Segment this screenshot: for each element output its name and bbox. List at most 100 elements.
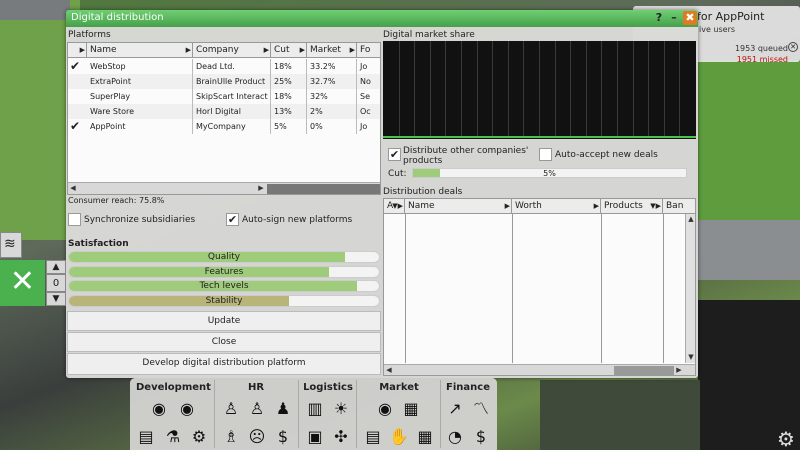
box-icon[interactable]: ▣ xyxy=(304,426,326,448)
cell-cut: 13% xyxy=(271,104,307,119)
dismiss-icon[interactable]: ✕ xyxy=(788,42,798,52)
grass-area xyxy=(698,60,800,220)
server-icon[interactable]: ▥ xyxy=(304,398,326,420)
deals-hscroll[interactable]: ◀ ▶ xyxy=(384,364,695,375)
develop-platform-button[interactable]: Develop digital distribution platform xyxy=(67,353,381,375)
tools-button[interactable]: ✕ xyxy=(0,260,45,306)
gear-icon[interactable]: ⚙ xyxy=(188,426,210,448)
deal-col-line xyxy=(512,214,513,363)
building-icon[interactable]: ▦ xyxy=(400,398,422,420)
table-row[interactable]: SuperPlay SkipScart Interact 18% 32% Se xyxy=(68,89,380,104)
minimize-button[interactable]: – xyxy=(667,11,681,25)
scroll-thumb[interactable] xyxy=(267,184,380,194)
checkmark-icon[interactable]: ✔ xyxy=(70,120,84,133)
table-row[interactable]: ✔ WebStop Dead Ltd. 18% 33.2% Jo xyxy=(68,59,380,74)
sync-subsidiaries-checkbox[interactable] xyxy=(68,213,81,226)
cell-company: MyCompany xyxy=(193,119,271,134)
cell-market: 33.2% xyxy=(307,59,357,74)
layers-button[interactable]: ≋ xyxy=(0,232,22,258)
add-person-icon[interactable]: ♙ xyxy=(246,398,268,420)
distribution-icon[interactable]: ✣ xyxy=(330,426,352,448)
col-deal-name[interactable]: Name ▶ xyxy=(405,199,512,214)
chart-gridline xyxy=(429,41,431,136)
deals-header: A ▼▶ Name ▶ Worth ▶ Products ▼▶ Ban xyxy=(384,199,695,214)
window-titlebar[interactable]: Digital distribution ? – ✖ xyxy=(66,10,698,27)
speed-down-button[interactable]: ▼ xyxy=(46,292,66,306)
settings-gear-icon[interactable]: ⚙ xyxy=(774,428,798,450)
col-cut[interactable]: Cut ▶ xyxy=(271,43,307,58)
salary-icon[interactable]: $ xyxy=(272,426,294,448)
col-deal-ban[interactable]: Ban xyxy=(663,199,695,214)
col-name[interactable]: Name ▶ xyxy=(87,43,193,58)
dollar-icon[interactable]: $ xyxy=(470,426,492,448)
speed-counter: 0 xyxy=(46,274,66,292)
scroll-up-icon[interactable]: ▲ xyxy=(686,214,695,225)
handshake-icon[interactable]: ✋ xyxy=(388,426,410,448)
newspaper-icon[interactable]: ▤ xyxy=(362,426,384,448)
auto-sign-checkbox[interactable]: ✔ xyxy=(226,213,239,226)
deals-vscroll[interactable]: ▲ ▼ xyxy=(685,214,695,363)
line-chart-icon[interactable]: 〽 xyxy=(470,398,492,420)
grass-area xyxy=(540,380,700,450)
pie-chart-icon[interactable]: ◔ xyxy=(444,426,466,448)
scroll-thumb[interactable] xyxy=(614,366,674,375)
category-market[interactable]: Market xyxy=(358,380,440,396)
close-button[interactable]: Close xyxy=(67,332,381,352)
col-deal-worth[interactable]: Worth ▶ xyxy=(512,199,601,214)
col-deal-products[interactable]: Products ▼▶ xyxy=(601,199,663,214)
col-check[interactable]: ▶ xyxy=(68,43,87,58)
speed-up-button[interactable]: ▲ xyxy=(46,260,66,274)
satisfaction-bar-label: Features xyxy=(204,266,244,277)
software-disc-icon[interactable]: ◉ xyxy=(148,398,170,420)
checkmark-icon[interactable] xyxy=(70,90,84,103)
col-deal-a[interactable]: A ▼▶ xyxy=(384,199,405,214)
category-development[interactable]: Development xyxy=(136,380,211,396)
scroll-right-icon[interactable]: ▶ xyxy=(256,183,266,194)
col-fo[interactable]: Fo xyxy=(357,43,380,58)
road xyxy=(0,0,70,20)
category-finance[interactable]: Finance xyxy=(442,380,494,396)
category-hr[interactable]: HR xyxy=(218,380,294,396)
mood-icon[interactable]: ☹ xyxy=(246,426,268,448)
chart-gridline xyxy=(554,41,556,136)
cell-fo: Oc xyxy=(357,104,380,119)
close-window-button[interactable]: ✖ xyxy=(683,11,697,25)
col-company[interactable]: Company ▶ xyxy=(193,43,271,58)
missed-count: 1951 missed xyxy=(736,55,788,64)
help-button[interactable]: ? xyxy=(652,11,666,25)
market-disc-icon[interactable]: ◉ xyxy=(374,398,396,420)
market-share-label: Digital market share xyxy=(383,30,475,40)
update-button[interactable]: Update xyxy=(67,311,381,331)
table-row[interactable]: ExtraPoint BrainUlle Product 25% 32.7% No xyxy=(68,74,380,89)
scroll-down-icon[interactable]: ▼ xyxy=(686,352,695,363)
scroll-left-icon[interactable]: ◀ xyxy=(384,365,394,375)
checkmark-icon[interactable]: ✔ xyxy=(70,60,84,73)
auto-accept-checkbox[interactable] xyxy=(539,148,552,161)
toolbar-separator xyxy=(214,380,215,448)
col-market[interactable]: Market ▶ xyxy=(307,43,357,58)
calendar-icon[interactable]: ▦ xyxy=(414,426,436,448)
checkmark-icon[interactable] xyxy=(70,105,84,118)
trend-up-icon[interactable]: ↗ xyxy=(444,398,466,420)
platforms-hscroll[interactable]: ◀ ▶ xyxy=(68,182,380,194)
table-row[interactable]: Ware Store Horl Digital 13% 2% Oc xyxy=(68,104,380,119)
team-icon[interactable]: ♟ xyxy=(272,398,294,420)
flask-icon[interactable]: ⚗ xyxy=(162,426,184,448)
cut-slider[interactable]: 5% xyxy=(412,168,687,178)
staff-icon[interactable]: ♗ xyxy=(220,426,242,448)
table-row[interactable]: ✔ AppPoint MyCompany 5% 0% Jo xyxy=(68,119,380,134)
lightbulb-icon[interactable]: ☀ xyxy=(330,398,352,420)
category-logistics[interactable]: Logistics xyxy=(300,380,356,396)
cell-market: 32% xyxy=(307,89,357,104)
scroll-left-icon[interactable]: ◀ xyxy=(68,183,78,194)
software-disc-icon[interactable]: ◉ xyxy=(176,398,198,420)
distribute-other-checkbox[interactable]: ✔ xyxy=(388,148,401,161)
satisfaction-bar-label: Quality xyxy=(207,252,241,262)
checkmark-icon[interactable] xyxy=(70,75,84,88)
scroll-right-icon[interactable]: ▶ xyxy=(674,365,684,375)
cell-fo: Jo xyxy=(357,59,380,74)
person-icon[interactable]: ♙ xyxy=(220,398,242,420)
chart-gridline xyxy=(539,41,540,136)
cut-label: Cut: xyxy=(388,169,407,179)
document-icon[interactable]: ▤ xyxy=(135,426,157,448)
